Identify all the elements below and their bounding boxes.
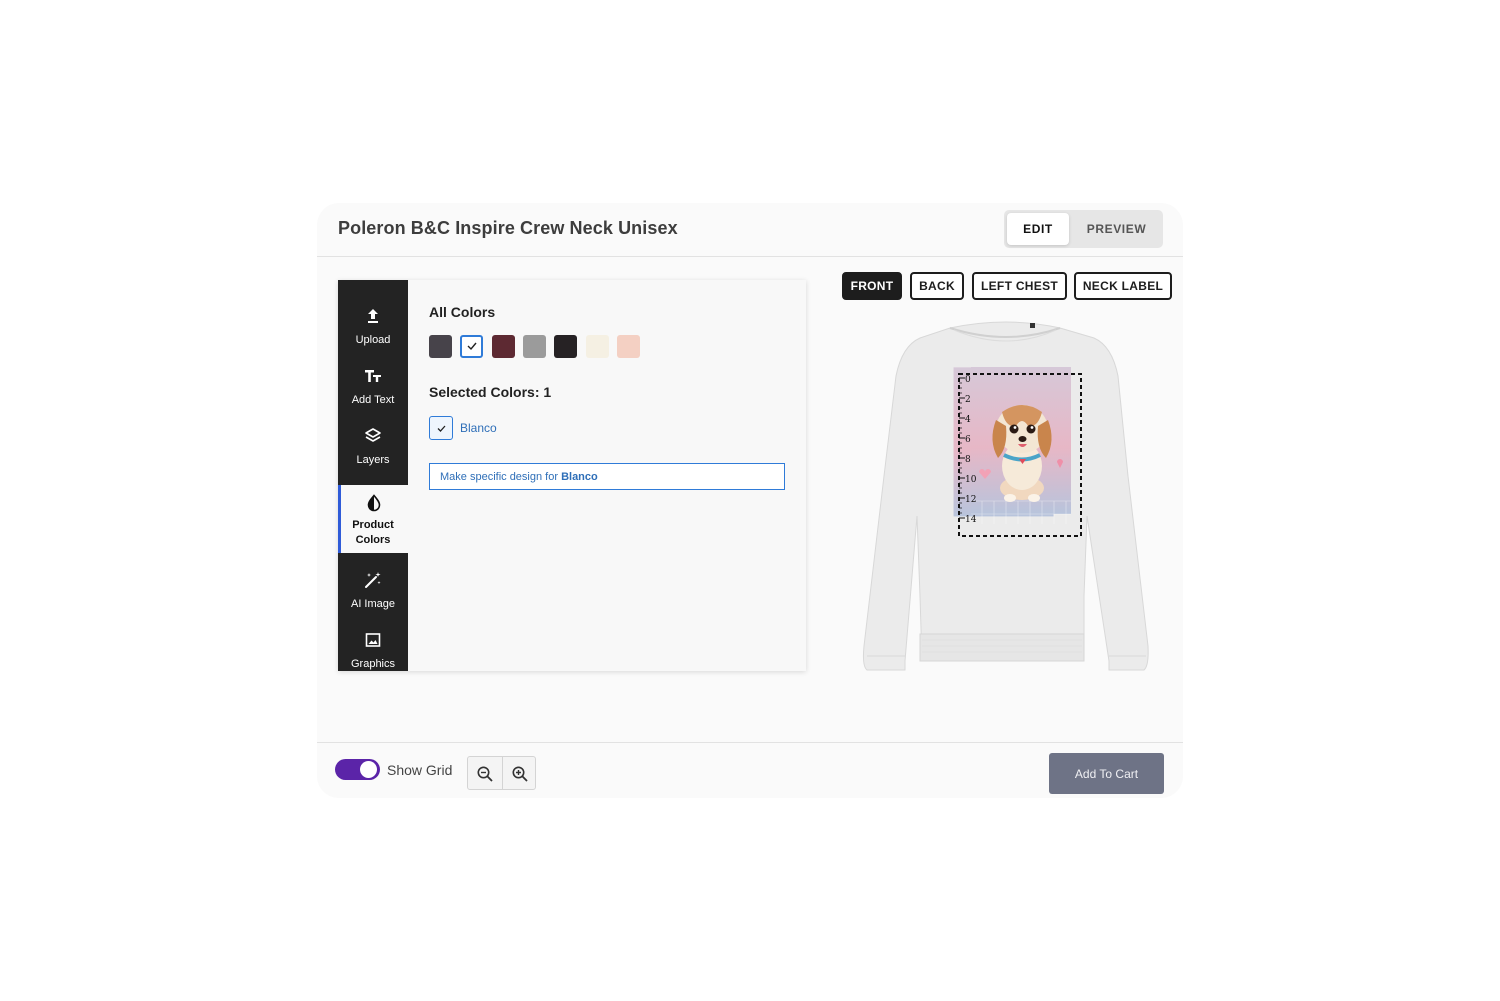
- image-icon: [365, 633, 381, 647]
- design-button-prefix: Make specific design for: [440, 471, 558, 483]
- ruler-tick-label: 8: [965, 455, 971, 465]
- color-swatch[interactable]: [616, 335, 640, 358]
- ruler-tick-label: 12: [965, 495, 976, 505]
- text-icon: [365, 370, 381, 382]
- color-swatch[interactable]: [429, 335, 452, 358]
- zoom-in-button[interactable]: [502, 757, 536, 789]
- ruler-tick-label: 14: [965, 515, 977, 525]
- view-tab-neck-label[interactable]: NECK LABEL: [1074, 272, 1172, 300]
- designer-header: Poleron B&C Inspire Crew Neck Unisex EDI…: [317, 203, 1183, 257]
- zoom-in-icon: [512, 766, 528, 782]
- tool-label: Graphics: [350, 658, 396, 670]
- design-print-area: 0 2 4 6 8 10 12 14: [953, 367, 1082, 537]
- tool-layers[interactable]: Layers: [338, 418, 408, 478]
- view-tab-front[interactable]: FRONT: [842, 272, 902, 300]
- product-designer: Poleron B&C Inspire Crew Neck Unisex EDI…: [317, 203, 1183, 798]
- magic-wand-icon: [365, 572, 381, 588]
- tool-label: Upload: [355, 334, 391, 346]
- ruler-tick-label: 2: [965, 395, 971, 405]
- ruler-tick-label: 0: [965, 375, 971, 385]
- product-canvas[interactable]: 0 2 4 6 8 10 12 14: [862, 316, 1152, 671]
- selected-color-name: Blanco: [460, 421, 497, 435]
- zoom-out-button[interactable]: [468, 757, 502, 789]
- color-swatch[interactable]: [460, 335, 484, 358]
- ruler-tick-label: 4: [965, 415, 971, 425]
- color-swatch[interactable]: [522, 335, 546, 358]
- ruler-tick-label: 6: [965, 435, 971, 445]
- tool-add-text[interactable]: Add Text: [338, 358, 408, 418]
- tool-product-colors[interactable]: Product Colors: [338, 485, 408, 553]
- product-colors-panel: All Colors Selected Colors: 1 Blanco Mak…: [429, 280, 789, 671]
- ruler-tick-label: 10: [965, 475, 977, 485]
- tool-graphics[interactable]: Graphics: [338, 622, 408, 682]
- color-swatch[interactable]: [491, 335, 515, 358]
- color-swatch[interactable]: [585, 335, 609, 358]
- make-specific-design-button[interactable]: Make specific design for Blanco: [429, 463, 785, 490]
- all-colors-title: All Colors: [429, 304, 496, 320]
- color-swatch[interactable]: [554, 335, 578, 358]
- editor-card: Upload Add Text Layers Product Colors AI…: [338, 280, 806, 671]
- toggle-knob: [360, 761, 377, 778]
- tool-sidebar: Upload Add Text Layers Product Colors AI…: [338, 280, 408, 671]
- layers-icon: [365, 428, 381, 442]
- color-drop-icon: [367, 494, 381, 512]
- zoom-out-icon: [477, 766, 493, 782]
- tool-label: AI Image: [350, 598, 396, 610]
- upload-icon: [368, 309, 378, 323]
- selected-color-checkbox[interactable]: [429, 416, 453, 440]
- zoom-controls: [467, 756, 536, 790]
- check-icon: [437, 425, 446, 432]
- tool-label: Layers: [356, 454, 390, 466]
- tool-label: Add Text: [351, 394, 395, 406]
- view-tab-back[interactable]: BACK: [910, 272, 964, 300]
- show-grid-label: Show Grid: [387, 762, 453, 778]
- edit-mode-button[interactable]: EDIT: [1007, 213, 1069, 245]
- add-to-cart-button[interactable]: Add To Cart: [1049, 753, 1164, 794]
- mode-toggle: EDIT PREVIEW: [1004, 210, 1163, 248]
- show-grid-toggle[interactable]: [335, 759, 380, 780]
- page-title: Poleron B&C Inspire Crew Neck Unisex: [338, 218, 678, 238]
- design-button-color: Blanco: [561, 471, 598, 483]
- tool-upload[interactable]: Upload: [338, 298, 408, 358]
- view-tab-left-chest[interactable]: LEFT CHEST: [972, 272, 1067, 300]
- selected-colors-title: Selected Colors: 1: [429, 384, 552, 400]
- check-icon: [467, 342, 477, 351]
- tool-ai-image[interactable]: AI Image: [338, 562, 408, 622]
- designer-footer: Show Grid Add To Cart: [317, 742, 1183, 798]
- preview-mode-button[interactable]: PREVIEW: [1073, 213, 1160, 245]
- tool-label: Product Colors: [352, 519, 394, 546]
